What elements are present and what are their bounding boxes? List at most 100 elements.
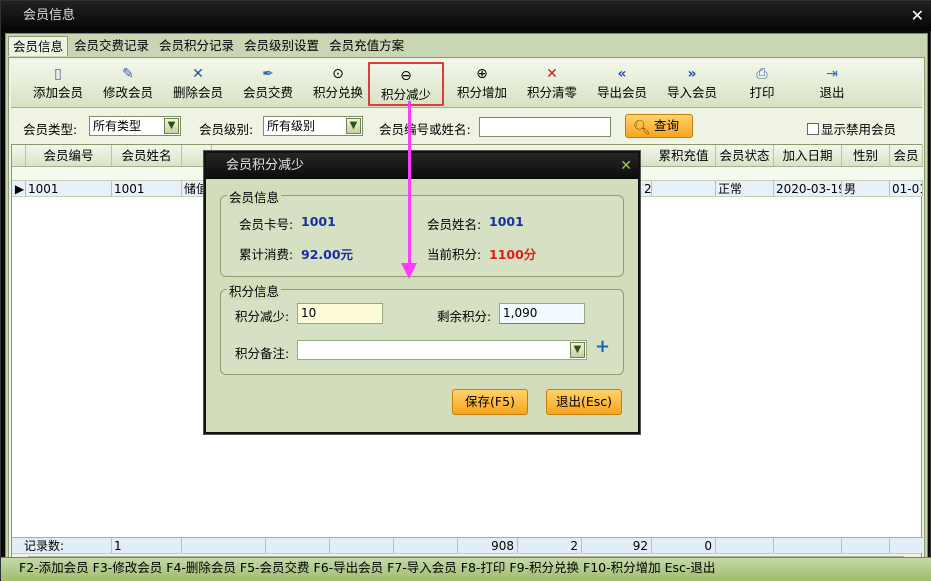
filter-bar: 会员类型: 所有类型 ▼ 会员级别: 所有级别 ▼ 会员编号或姓名: 🔍︎ 查询 — [11, 110, 922, 142]
tab-bar: 会员信息 会员交费记录 会员积分记录 会员级别设置 会员充值方案 — [8, 36, 410, 58]
group-title: 积分信息 — [227, 281, 282, 300]
member-name-label: 会员姓名: — [427, 217, 482, 232]
group-title: 会员信息 — [227, 187, 282, 206]
member-info-group: 会员信息 会员卡号: 1001 会员姓名: 1001 累计消费: 92.00元 … — [220, 187, 624, 277]
table-cell[interactable]: 2020-03-19 — [774, 181, 842, 196]
table-cell[interactable]: 1001 — [112, 181, 182, 196]
table-cell[interactable] — [652, 181, 716, 196]
delete-x-icon: ✕ — [192, 66, 204, 82]
current-points-value: 1100分 — [489, 247, 537, 262]
card-number-label: 会员卡号: — [239, 217, 294, 232]
page-icon: ▯ — [54, 66, 62, 82]
status-bar: F2-添加会员 F3-修改会员 F4-删除会员 F5-会员交费 F6-导出会员 … — [1, 557, 931, 581]
export-members-button[interactable]: « 导出会员 — [587, 62, 657, 106]
member-type-label: 会员类型: — [23, 122, 78, 137]
dialog-title: 会员积分减少 — [226, 158, 305, 173]
points-info-group: 积分信息 积分减少: 10 剩余积分: 1,090 积分备注: ▼ + — [220, 281, 624, 375]
summary-value: 0 — [652, 538, 716, 553]
close-icon[interactable]: ✕ — [911, 1, 924, 31]
edit-icon: ✎ — [122, 66, 134, 82]
double-left-icon: « — [617, 66, 627, 82]
points-note-label: 积分备注: — [235, 346, 290, 361]
chevron-down-icon[interactable]: ▼ — [346, 118, 361, 134]
red-x-icon: ✕ — [546, 66, 558, 82]
points-reduce-button[interactable]: ⊖ 积分减少 — [368, 62, 444, 106]
member-level-label: 会员级别: — [199, 122, 254, 137]
member-type-select[interactable]: 所有类型 ▼ — [89, 116, 181, 136]
printer-icon: ⎙ — [756, 66, 768, 82]
summary-value: 92 — [582, 538, 652, 553]
query-button[interactable]: 🔍︎ 查询 — [625, 114, 693, 138]
tab-recharge-plans[interactable]: 会员充值方案 — [325, 36, 408, 56]
chevron-down-icon[interactable]: ▼ — [164, 118, 179, 134]
column-header-member-name[interactable]: 会员姓名 — [112, 145, 182, 166]
member-payment-button[interactable]: ✒ 会员交费 — [233, 62, 303, 106]
column-header-member-status[interactable]: 会员状态 — [716, 145, 774, 166]
add-note-icon[interactable]: + — [595, 336, 610, 357]
tab-member-info[interactable]: 会员信息 — [8, 36, 69, 56]
table-cell[interactable]: 正常 — [716, 181, 774, 196]
points-note-select[interactable]: ▼ — [297, 340, 587, 360]
tab-points-records[interactable]: 会员积分记录 — [155, 36, 238, 56]
column-header-member-id[interactable]: 会员编号 — [26, 145, 112, 166]
tab-payment-records[interactable]: 会员交费记录 — [70, 36, 153, 56]
pen-icon: ✒ — [262, 66, 274, 82]
zoom-out-icon: ⊖ — [400, 68, 412, 84]
dialog-titlebar: 会员积分减少 ✕ — [206, 153, 638, 179]
tab-level-settings[interactable]: 会员级别设置 — [240, 36, 323, 56]
table-cell[interactable]: 男 — [842, 181, 890, 196]
close-icon[interactable]: ✕ — [620, 153, 632, 179]
summary-value: 908 — [458, 538, 518, 553]
add-member-button[interactable]: ▯ 添加会员 — [23, 62, 93, 106]
column-header-more[interactable]: 会员 — [890, 145, 923, 166]
window-title: 会员信息 — [23, 8, 76, 23]
points-increase-button[interactable]: ⊕ 积分增加 — [447, 62, 517, 106]
annotation-arrow-head — [401, 263, 417, 279]
column-header-total-recharge[interactable]: 累积充值 — [652, 145, 716, 166]
points-reduce-dialog: 会员积分减少 ✕ 会员信息 会员卡号: 1001 会员姓名: 1001 累计消费… — [204, 151, 640, 434]
annotation-arrow-line — [408, 101, 411, 269]
double-right-icon: » — [687, 66, 697, 82]
checkbox-box[interactable] — [807, 122, 819, 135]
column-header-join-date[interactable]: 加入日期 — [774, 145, 842, 166]
remaining-points-input[interactable]: 1,090 — [499, 303, 585, 324]
summary-row: 记录数: 1 908 2 92 0 — [12, 537, 923, 553]
table-cell[interactable]: 01-01 — [890, 181, 923, 196]
exit-button[interactable]: ⇥ 退出 — [797, 62, 867, 106]
total-spend-label: 累计消费: — [239, 247, 294, 262]
summary-count: 1 — [112, 538, 182, 553]
exit-dialog-button[interactable]: 退出(Esc) — [546, 389, 622, 415]
chevron-down-icon[interactable]: ▼ — [570, 342, 585, 358]
summary-value: 2 — [518, 538, 582, 553]
column-header-gender[interactable]: 性别 — [842, 145, 890, 166]
points-reduce-label: 积分减少: — [235, 309, 290, 324]
table-cell[interactable]: 2 — [642, 181, 652, 196]
show-disabled-checkbox[interactable]: 显示禁用会员 — [807, 119, 896, 138]
import-members-button[interactable]: » 导入会员 — [657, 62, 727, 106]
search-label: 会员编号或姓名: — [379, 122, 471, 137]
zoom-icon: ⊙ — [332, 66, 344, 82]
exit-door-icon: ⇥ — [826, 66, 838, 82]
table-cell[interactable]: 1001 — [26, 181, 112, 196]
delete-member-button[interactable]: ✕ 删除会员 — [163, 62, 233, 106]
window-titlebar: 会员信息 ✕ — [1, 1, 931, 31]
save-button[interactable]: 保存(F5) — [452, 389, 528, 415]
toolbar: ▯ 添加会员 ✎ 修改会员 ✕ 删除会员 ✒ 会员交费 ⊙ 积分兑换 ⊖ 积分减… — [11, 60, 922, 108]
card-number-value: 1001 — [301, 214, 336, 229]
total-spend-value: 92.00元 — [301, 247, 354, 262]
points-reduce-input[interactable]: 10 — [297, 303, 383, 324]
member-info-window: 会员信息 ✕ 会员信息 会员交费记录 会员积分记录 会员级别设置 会员充值方案 … — [0, 0, 931, 581]
zoom-in-icon: ⊕ — [476, 66, 488, 82]
points-exchange-button[interactable]: ⊙ 积分兑换 — [303, 62, 373, 106]
remaining-points-label: 剩余积分: — [437, 309, 492, 324]
current-points-label: 当前积分: — [427, 247, 482, 262]
member-level-select[interactable]: 所有级别 ▼ — [263, 116, 363, 136]
search-icon: 🔍︎ — [633, 120, 651, 136]
search-input[interactable] — [479, 117, 611, 137]
summary-label: 记录数: — [12, 538, 112, 553]
member-name-value: 1001 — [489, 214, 524, 229]
edit-member-button[interactable]: ✎ 修改会员 — [93, 62, 163, 106]
print-button[interactable]: ⎙ 打印 — [727, 62, 797, 106]
points-clear-button[interactable]: ✕ 积分清零 — [517, 62, 587, 106]
row-indicator-icon: ▶ — [12, 181, 26, 196]
